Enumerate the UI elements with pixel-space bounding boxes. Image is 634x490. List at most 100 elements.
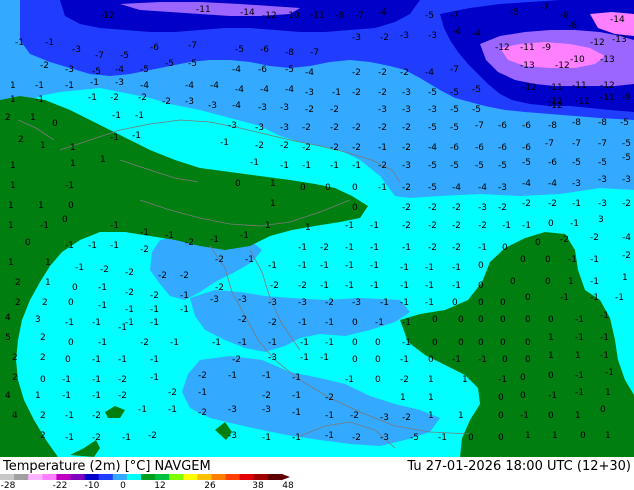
scale-swatch: [28, 474, 43, 480]
temperature-label: -1: [400, 281, 409, 291]
temperature-label: -1: [125, 305, 134, 315]
forecast-map: -1 -1 -3 -7 -5 -6 -7 -5 -6 -8 -7 -3 -2 -3 -3 -4 -4 -8 -12-…: [0, 0, 634, 490]
temperature-label: -1: [320, 353, 329, 363]
temperature-label: -6: [150, 43, 159, 53]
temperature-label: 1: [305, 223, 311, 233]
temperature-label: -3: [115, 78, 124, 88]
temperature-label: 2: [42, 298, 48, 308]
temperature-label: -5: [428, 183, 437, 193]
temperature-label: -1: [110, 221, 119, 231]
temperature-label: -1: [92, 375, 101, 385]
temperature-label: 0: [65, 355, 71, 365]
scale-swatch: [239, 474, 255, 480]
temperature-label: 0: [510, 277, 516, 287]
temperature-label: -1: [250, 158, 259, 168]
temperature-label: -11: [575, 97, 590, 107]
scale-swatch: [225, 474, 241, 480]
temperature-label: 0: [548, 219, 554, 229]
temperature-label: 1: [400, 393, 406, 403]
temperature-label: 1: [428, 411, 434, 421]
scale-tick-label: 26: [204, 481, 216, 490]
temperature-label: -2: [352, 123, 361, 133]
temperature-label: 1: [8, 221, 14, 231]
temperature-label: 1: [10, 95, 16, 105]
temperature-label: -5: [450, 161, 459, 171]
temperature-label: -2: [302, 143, 311, 153]
temperature-label: -2: [180, 271, 189, 281]
temperature-label: -2: [400, 68, 409, 78]
temperature-label: 0: [520, 255, 526, 265]
temperature-label: -2: [280, 141, 289, 151]
temperature-label: -3: [262, 405, 271, 415]
temperature-label: -8: [572, 118, 581, 128]
temperature-label: -1: [65, 318, 74, 328]
temperature-label: 0: [498, 393, 504, 403]
scale-tick-label: -28: [1, 481, 16, 490]
valid-time: Tu 27-01-2026 18:00 UTC (12+30): [406, 459, 631, 474]
temperature-label: -9: [622, 93, 631, 103]
temperature-label: 0: [498, 411, 504, 421]
temperature-label: -11: [520, 43, 535, 53]
temperature-label: -3: [238, 295, 247, 305]
temperature-label: -1: [590, 293, 599, 303]
temperature-label: -1: [425, 263, 434, 273]
temperature-label: 0: [502, 243, 508, 253]
temperature-label: -1: [590, 277, 599, 287]
temperature-label: -5: [285, 65, 294, 75]
temperature-label: 1: [525, 431, 531, 441]
temperature-label: -1: [65, 181, 74, 191]
temperature-label: -3: [380, 433, 389, 443]
temperature-label: -2: [402, 203, 411, 213]
temperature-label: 2: [12, 353, 18, 363]
temperature-label: -1: [370, 261, 379, 271]
temperature-label: 0: [40, 375, 46, 385]
temperature-label: 5: [5, 333, 11, 343]
temperature-label: 1: [575, 351, 581, 361]
temperature-label: -1: [140, 228, 149, 238]
temperature-label: -3: [228, 431, 237, 441]
scale-swatch: [98, 474, 114, 480]
scale-swatch: [183, 474, 198, 480]
temperature-label: -1: [65, 81, 74, 91]
temperature-label: -2: [452, 203, 461, 213]
temperature-label: 1: [568, 277, 574, 287]
temperature-label: -1: [88, 93, 97, 103]
temperature-label: -2: [452, 243, 461, 253]
temperature-label: -3: [572, 179, 581, 189]
temperature-label: -1: [238, 338, 247, 348]
scale-swatch: [14, 474, 29, 480]
temperature-label: -1: [400, 298, 409, 308]
temperature-label: 1: [40, 141, 46, 151]
temperature-label: -10: [570, 55, 585, 65]
temperature-label: 1: [38, 201, 44, 211]
temperature-label: -2: [110, 93, 119, 103]
temperature-label: 0: [525, 355, 531, 365]
temperature-label: -3: [478, 203, 487, 213]
temperature-label: -1: [150, 373, 159, 383]
temperature-label: 1: [548, 333, 554, 343]
temperature-label: -1: [268, 338, 277, 348]
temperature-label: -5: [235, 45, 244, 55]
temperature-label: -1: [575, 315, 584, 325]
scale-swatch: [112, 474, 128, 480]
temperature-label: 0: [352, 338, 358, 348]
temperature-label: -7: [540, 3, 549, 13]
temperature-label: -6: [548, 158, 557, 168]
temperature-label: -12: [495, 43, 510, 53]
temperature-label: -3: [428, 105, 437, 115]
scale-swatch: [253, 474, 269, 480]
temperature-label: 0: [68, 338, 74, 348]
temperature-label: -1: [98, 283, 107, 293]
temperature-label: -1: [345, 243, 354, 253]
temperature-label: -11: [572, 81, 587, 91]
temperature-label: -5: [428, 88, 437, 98]
temperature-label: 0: [72, 283, 78, 293]
temperature-label: 1: [70, 143, 76, 153]
temperature-label: -2: [140, 245, 149, 255]
temperature-label: -1: [325, 431, 334, 441]
temperature-label: -1: [300, 353, 309, 363]
temperature-label: -2: [428, 243, 437, 253]
temperature-label: -1: [498, 375, 507, 385]
temperature-label: -2: [352, 143, 361, 153]
temperature-label: -1: [150, 305, 159, 315]
